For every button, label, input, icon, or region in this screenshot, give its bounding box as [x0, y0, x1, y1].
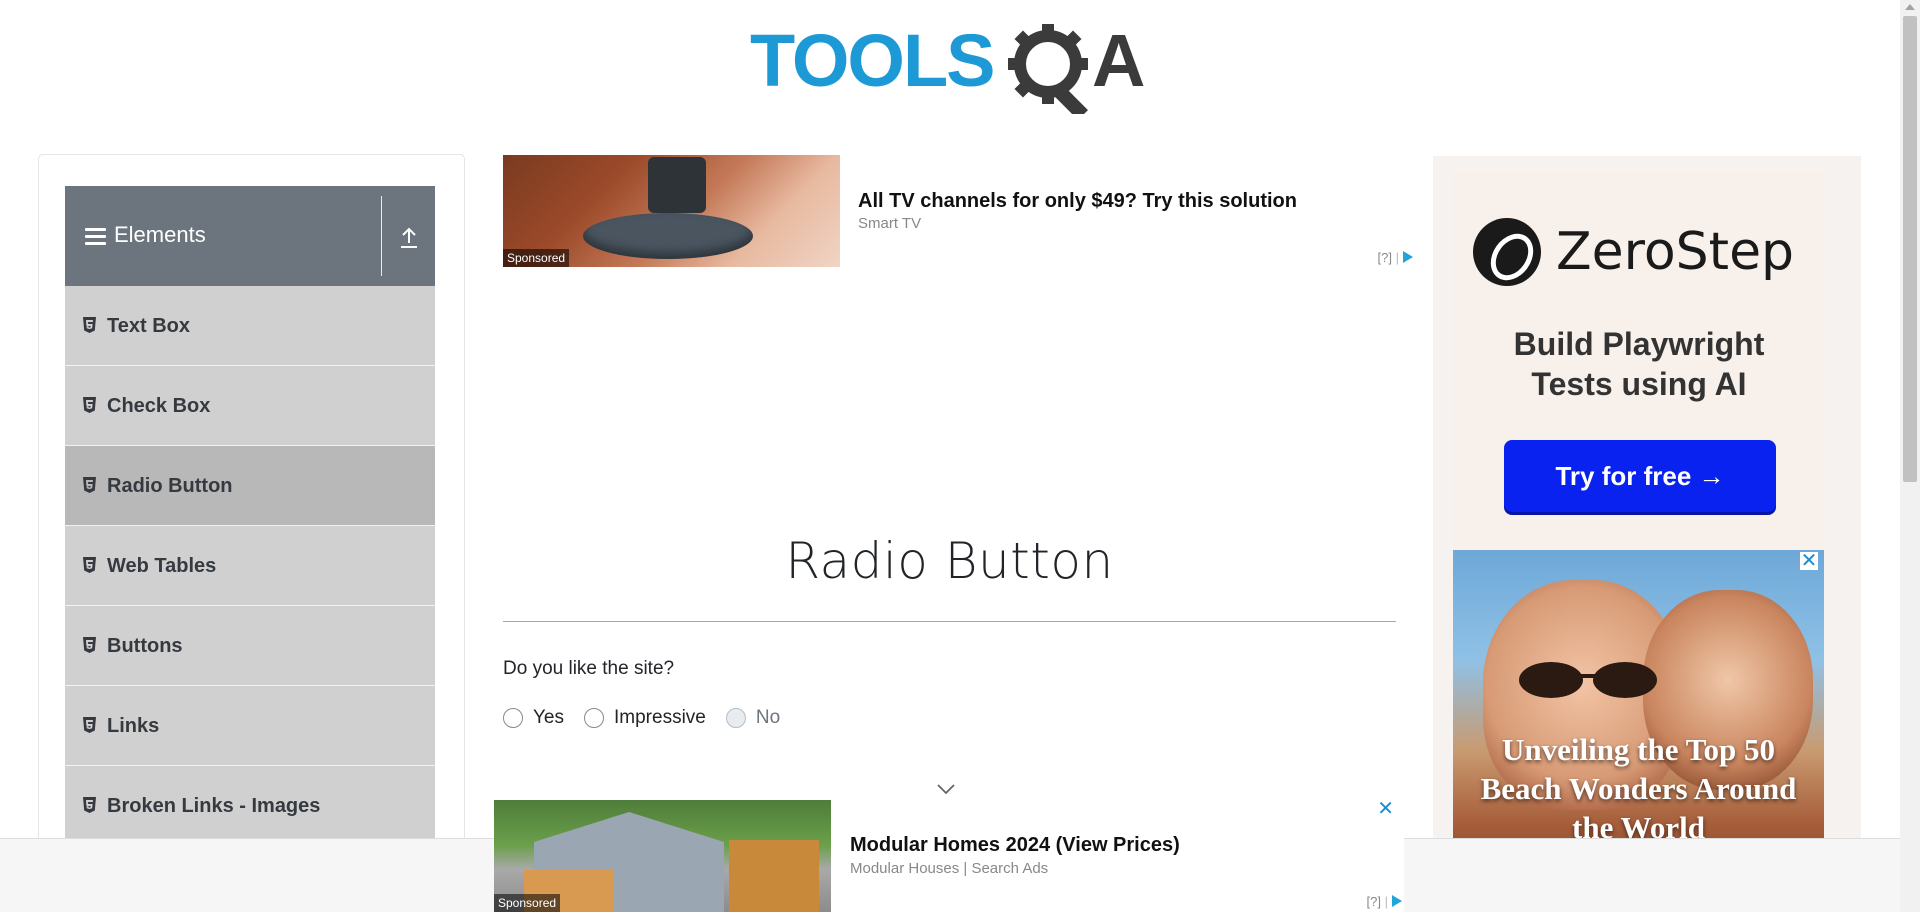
adchoices-icon[interactable]: [1392, 895, 1402, 907]
sidebar-item-label: Web Tables: [107, 555, 217, 577]
close-icon[interactable]: ✕: [1800, 551, 1818, 571]
radio-label-impressive[interactable]: Impressive: [614, 707, 706, 729]
svg-text:TOOLS: TOOLS: [750, 19, 994, 102]
radio-label-no: No: [755, 707, 781, 728]
ad-info-label: [?]: [1377, 250, 1392, 265]
sponsored-tag: Sponsored: [494, 894, 561, 912]
right-ad-panel[interactable]: ZeroStep Build Playwright Tests using AI…: [1433, 156, 1861, 912]
ad-source: Modular Houses | Search Ads: [850, 860, 1049, 877]
header-divider: [381, 196, 382, 276]
top-ad-banner[interactable]: Sponsored All TV channels for only $49? …: [503, 155, 1413, 267]
zerostep-tagline: Build Playwright Tests using AI: [1513, 326, 1765, 402]
page-title: Radio Button: [785, 532, 1114, 590]
scroll-up-icon[interactable]: [1905, 4, 1915, 10]
ad-info[interactable]: [?] |: [1367, 894, 1402, 909]
sidebar-item-label: Links: [107, 715, 160, 737]
ad-info-label: [?]: [1366, 894, 1381, 909]
sidebar-item-label: Check Box: [107, 395, 211, 417]
elements-menu: Text Box Check Box Radio Button Web Tabl…: [65, 286, 435, 846]
title-divider: [503, 621, 1396, 622]
sidebar-item-label: Broken Links - Images: [107, 795, 321, 817]
html5-icon: [83, 397, 96, 413]
ad-source: Smart TV: [858, 215, 922, 232]
ad-headline[interactable]: Modular Homes 2024 (View Prices): [850, 834, 1180, 857]
zerostep-brand: ZeroStep: [1556, 222, 1795, 282]
scroll-thumb[interactable]: [1903, 16, 1917, 482]
sponsored-tag: Sponsored: [503, 249, 570, 267]
chevron-down-icon[interactable]: [936, 782, 956, 796]
sidebar-item-buttons[interactable]: Buttons: [65, 606, 435, 686]
radio-option-no: No: [725, 707, 781, 729]
ad-image[interactable]: Sponsored: [494, 800, 831, 912]
toolsqa-logo[interactable]: TOOLS A: [750, 18, 1154, 114]
try-for-free-button[interactable]: Try for free →: [1504, 440, 1776, 512]
html5-icon: [83, 477, 96, 493]
vertical-scrollbar[interactable]: [1900, 0, 1920, 912]
sidebar-item-check-box[interactable]: Check Box: [65, 366, 435, 446]
ad-info[interactable]: [?] |: [1378, 250, 1413, 265]
elements-group-header[interactable]: Elements: [65, 186, 435, 286]
sunglasses-image: [1519, 662, 1657, 698]
shed-image: [729, 840, 819, 912]
radio-group: Yes Impressive No: [503, 707, 800, 729]
ad-headline[interactable]: All TV channels for only $49? Try this s…: [858, 190, 1297, 213]
radio-yes[interactable]: [503, 708, 523, 728]
hdmi-plug-image: [648, 157, 706, 213]
sidebar-item-text-box[interactable]: Text Box: [65, 286, 435, 366]
html5-icon: [83, 557, 96, 573]
sidebar-item-links[interactable]: Links: [65, 686, 435, 766]
sidebar-item-label: Radio Button: [107, 475, 233, 497]
bottom-ad-banner[interactable]: Sponsored Modular Homes 2024 (View Price…: [494, 796, 1404, 912]
html5-icon: [83, 317, 96, 333]
group-title: Elements: [114, 222, 206, 247]
sidebar-item-label: Text Box: [107, 315, 190, 337]
sidebar-item-broken-links[interactable]: Broken Links - Images: [65, 766, 435, 846]
radio-impressive[interactable]: [584, 708, 604, 728]
collapse-icon[interactable]: [397, 223, 421, 251]
sidebar-item-label: Buttons: [107, 635, 183, 657]
tv-stick-image: [583, 213, 753, 259]
menu-icon: [85, 228, 106, 246]
radio-option-yes[interactable]: Yes: [503, 707, 564, 729]
sidebar-item-web-tables[interactable]: Web Tables: [65, 526, 435, 606]
radio-option-impressive[interactable]: Impressive: [584, 707, 706, 729]
html5-icon: [83, 717, 96, 733]
radio-label-yes[interactable]: Yes: [533, 707, 564, 729]
html5-icon: [83, 797, 96, 813]
zerostep-logo-icon: [1473, 218, 1541, 286]
html5-icon: [83, 637, 96, 653]
page: TOOLS A Elements Text Box Check Box Radi…: [0, 0, 1920, 912]
photo-ad-headline[interactable]: Unveiling the Top 50 Beach Wonders Aroun…: [1463, 730, 1814, 847]
svg-text:A: A: [1092, 19, 1145, 102]
radio-question: Do you like the site?: [503, 658, 675, 679]
radio-no: [725, 708, 746, 728]
sidebar-item-radio-button[interactable]: Radio Button: [65, 446, 435, 526]
close-icon[interactable]: ✕: [1377, 796, 1394, 821]
zerostep-ad[interactable]: ZeroStep Build Playwright Tests using AI…: [1453, 172, 1824, 552]
ad-image[interactable]: Sponsored: [503, 155, 840, 267]
adchoices-icon[interactable]: [1403, 251, 1413, 263]
